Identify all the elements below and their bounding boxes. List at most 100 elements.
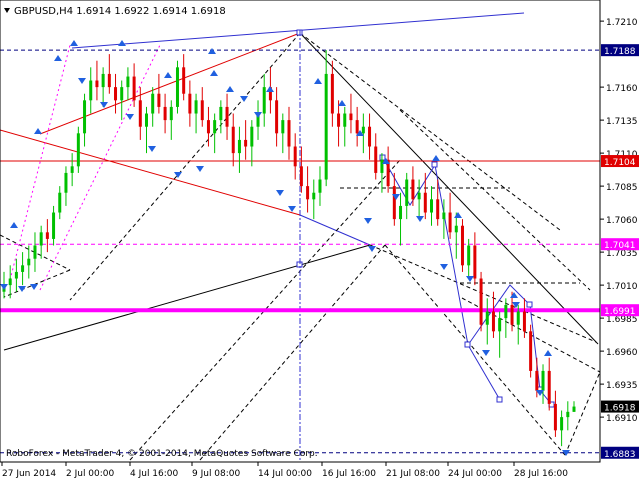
candle-body [423, 192, 427, 213]
candle-body [479, 278, 483, 325]
candle-body [417, 192, 421, 200]
candle-body [107, 73, 111, 88]
candle-body [95, 80, 99, 88]
x-tick-label: 4 Jul 16:00 [130, 469, 179, 479]
candle-body [219, 106, 223, 121]
x-tick-label: 2 Jul 00:00 [66, 469, 115, 479]
candle-body [225, 106, 229, 127]
level-tag-label: 1.6991 [604, 307, 636, 317]
candle-body [76, 133, 80, 167]
y-tick-label: 1.7160 [606, 84, 638, 94]
candle-body [169, 106, 173, 121]
candle-body [132, 76, 136, 101]
candle-body [126, 76, 130, 88]
candle-body [200, 100, 204, 121]
candle-body [237, 139, 241, 154]
x-tick-label: 27 Jun 2014 [2, 469, 56, 479]
y-tick-label: 1.7010 [606, 282, 638, 292]
candle-body [485, 311, 489, 325]
candle-body [572, 406, 576, 412]
x-tick-label: 28 Jul 16:00 [514, 469, 568, 479]
candle-body [262, 87, 266, 114]
candle-body [58, 192, 62, 213]
candle-body [101, 73, 105, 88]
candle-body [244, 139, 248, 147]
candle-body [516, 311, 520, 325]
y-tick-label: 1.7135 [606, 117, 638, 127]
candle-body [21, 265, 25, 272]
price-chart[interactable]: 1.72101.71601.71351.71101.70851.70601.70… [0, 0, 640, 480]
chart-background [0, 0, 640, 480]
x-tick-label: 21 Jul 08:00 [386, 469, 440, 479]
candle-body [448, 212, 452, 233]
candle-body [89, 80, 93, 101]
candle-body [250, 126, 254, 147]
candle-body [355, 120, 359, 134]
candle-body [522, 311, 526, 332]
candle-body [324, 73, 328, 180]
candle-body [491, 311, 495, 332]
candle-body [442, 212, 446, 220]
candle-body [337, 113, 341, 127]
candle-body [349, 113, 353, 121]
candle-body [547, 370, 551, 404]
x-tick-label: 9 Jul 08:00 [192, 469, 241, 479]
level-tag-label: 1.7188 [604, 47, 636, 57]
y-tick-label: 1.7060 [606, 216, 638, 226]
candle-body [52, 212, 56, 239]
candle-body [392, 186, 396, 220]
candle-body [64, 172, 68, 193]
candle-body [566, 411, 570, 418]
y-tick-label: 1.6935 [606, 381, 638, 391]
y-tick-label: 1.6910 [606, 414, 638, 424]
candle-body [163, 106, 167, 121]
candle-body [473, 245, 477, 279]
candle-body [374, 146, 378, 173]
candle-body [411, 179, 415, 200]
level-tag-label: 1.6883 [604, 450, 636, 460]
candle-body [510, 304, 514, 325]
candle-body [39, 232, 43, 246]
candle-body [33, 245, 37, 259]
candle-body [151, 93, 155, 114]
candle-body [213, 120, 217, 134]
candle-body [27, 258, 31, 266]
candle-body [14, 271, 18, 279]
candle-body [145, 113, 148, 127]
candle-body [83, 100, 87, 134]
candle-body [157, 93, 161, 107]
candle-body [114, 87, 118, 101]
candle-body [529, 331, 533, 371]
candle-body [188, 93, 192, 114]
y-tick-label: 1.7210 [606, 18, 638, 28]
candle-body [182, 67, 186, 94]
candle-body [293, 146, 297, 167]
candle-body [535, 370, 539, 391]
copyright-text: RoboForex - MetaTrader 4, © 2001-2014, M… [6, 449, 318, 459]
candle-body [231, 126, 235, 154]
candle-body [368, 126, 372, 147]
candle-body [287, 120, 291, 147]
candle-body [45, 232, 49, 239]
level-tag-label: 1.6918 [604, 404, 636, 414]
x-tick-label: 16 Jul 16:00 [322, 469, 376, 479]
candle-body [318, 179, 322, 193]
candle-body [299, 166, 303, 187]
y-tick-label: 1.6960 [606, 348, 638, 358]
candle-body [275, 100, 279, 134]
y-tick-label: 1.7085 [606, 183, 638, 193]
candle-body [70, 166, 74, 173]
candle-body [330, 73, 334, 114]
candle-body [194, 100, 198, 114]
candle-body [467, 245, 471, 266]
candle-body [560, 417, 564, 431]
candle-body [498, 318, 502, 332]
candle-body [460, 225, 464, 266]
candle-body [436, 199, 440, 220]
candle-body [8, 278, 12, 286]
symbol-ohlc-label: GBPUSD,H4 1.6914 1.6922 1.6914 1.6918 [14, 6, 226, 17]
candle-body [553, 403, 557, 431]
candle-body [504, 304, 508, 319]
candle-body [312, 192, 316, 200]
candle-body [380, 159, 384, 173]
